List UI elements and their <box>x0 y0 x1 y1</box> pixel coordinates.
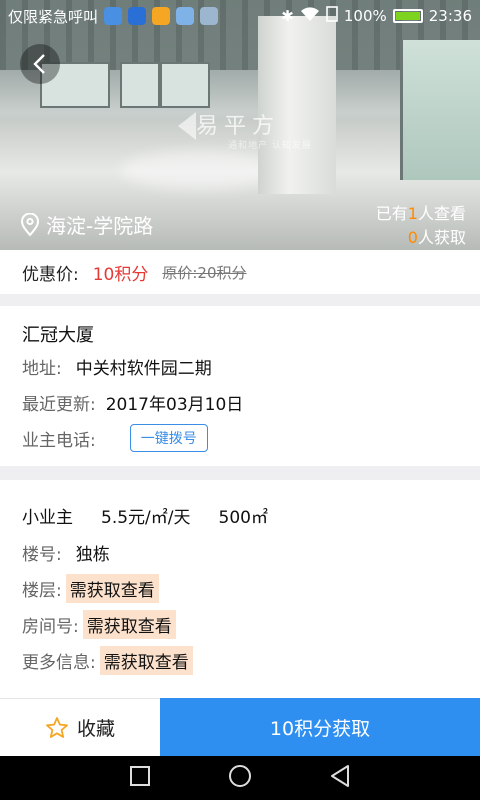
more-info-locked-tag[interactable]: 需获取查看 <box>99 645 193 675</box>
address-label: 地址: <box>22 358 62 379</box>
carrier-text: 仅限紧急呼叫 <box>8 7 99 26</box>
pillar <box>258 16 336 194</box>
building-info: 汇冠大厦 地址: 中关村软件园二期 最近更新: 2017年03月10日 业主电话… <box>0 306 480 466</box>
location-pin-icon <box>20 212 40 237</box>
view-stats: 已有1人查看 0人获取 <box>376 202 466 250</box>
stats-suffix: 人查看 <box>417 204 466 223</box>
floor-label: 楼层: <box>22 580 62 601</box>
more-info-row: 更多信息: 需获取查看 <box>22 642 458 678</box>
home-button[interactable] <box>228 764 252 792</box>
chevron-left-icon <box>33 54 45 74</box>
floor-row: 楼层: 需获取查看 <box>22 570 458 606</box>
app-notification-icon <box>176 7 195 25</box>
location-label: 海淀-学院路 <box>20 210 153 239</box>
status-bar: 仅限紧急呼叫 ✱ 100% 23:36 <box>0 0 480 32</box>
star-icon <box>46 716 68 738</box>
watermark-subtext: 通和地产 认知发展 <box>228 141 312 151</box>
window <box>160 62 210 108</box>
obtain-button[interactable]: 10积分获取 <box>160 698 480 756</box>
floor-locked-tag[interactable]: 需获取查看 <box>65 573 159 603</box>
favorite-button[interactable]: 收藏 <box>0 698 160 756</box>
watermark-arrow-icon <box>178 112 196 140</box>
building-no-value: 独栋 <box>75 544 110 565</box>
obtained-count: 0 <box>407 228 418 247</box>
price-label: 优惠价: <box>22 264 79 285</box>
price-section: 优惠价: 10积分 原价:20积分 <box>0 250 480 294</box>
stats-prefix: 已有 <box>375 204 408 223</box>
discount-price: 10积分 <box>92 264 149 285</box>
viewers-count: 1 <box>407 204 418 223</box>
updated-row: 最近更新: 2017年03月10日 <box>22 384 458 420</box>
battery-icon <box>392 9 423 23</box>
usb-icon <box>200 7 219 25</box>
unit-price: 5.5元/㎡/天 <box>101 507 191 528</box>
clock: 23:36 <box>428 7 472 25</box>
window <box>120 62 160 108</box>
address-value: 中关村软件园二期 <box>75 358 212 379</box>
app-notification-icon <box>104 7 123 25</box>
square-icon <box>129 766 150 786</box>
app-notification-icon <box>152 7 171 25</box>
building-no-row: 楼号: 独栋 <box>22 534 458 570</box>
favorite-label: 收藏 <box>76 718 115 740</box>
window <box>400 40 480 180</box>
phone-row: 业主电话: 一键拨号 <box>22 420 458 456</box>
unit-area: 500㎡ <box>218 507 268 528</box>
sim-icon <box>326 6 338 26</box>
bluetooth-icon: ✱ <box>281 7 294 25</box>
recent-apps-button[interactable] <box>129 765 151 791</box>
circle-icon <box>228 765 251 787</box>
floor-glare <box>120 150 280 190</box>
building-name: 汇冠大厦 <box>22 325 94 346</box>
phone-label: 业主电话: <box>22 430 96 451</box>
room-locked-tag[interactable]: 需获取查看 <box>82 609 176 639</box>
battery-percent: 100% <box>343 7 387 25</box>
action-bar: 收藏 10积分获取 <box>0 698 480 756</box>
back-button[interactable] <box>20 44 60 84</box>
triangle-back-icon <box>331 765 350 787</box>
updated-value: 2017年03月10日 <box>105 394 244 415</box>
original-price: 原价:20积分 <box>162 263 247 282</box>
unit-detail: 小业主 5.5元/㎡/天 500㎡ 楼号: 独栋 楼层: 需获取查看 房间号: … <box>0 480 480 698</box>
room-row: 房间号: 需获取查看 <box>22 606 458 642</box>
unit-summary: 小业主 5.5元/㎡/天 500㎡ <box>22 500 458 530</box>
location-text: 海淀-学院路 <box>46 214 154 238</box>
stats-suffix: 人获取 <box>417 228 466 247</box>
building-no-label: 楼号: <box>22 544 62 565</box>
system-nav-bar <box>0 756 480 800</box>
owner-type: 小业主 <box>22 507 73 528</box>
more-info-label: 更多信息: <box>22 652 96 673</box>
baidu-notification-icon <box>128 7 147 25</box>
wifi-icon <box>300 6 320 26</box>
address-row: 地址: 中关村软件园二期 <box>22 348 458 384</box>
updated-label: 最近更新: <box>22 394 96 415</box>
watermark-text: 易平方 <box>196 114 281 139</box>
room-label: 房间号: <box>22 616 79 637</box>
dial-button[interactable]: 一键拨号 <box>129 424 208 452</box>
back-nav-button[interactable] <box>329 764 351 792</box>
